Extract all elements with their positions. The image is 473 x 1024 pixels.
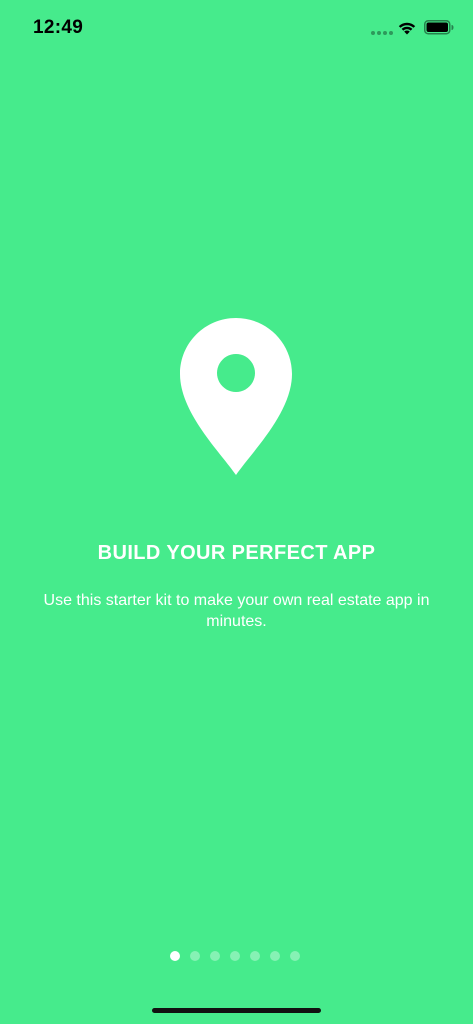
page-dot-1[interactable] — [170, 951, 180, 961]
page-indicator[interactable] — [170, 951, 300, 961]
wifi-icon — [398, 22, 416, 35]
page-dot-5[interactable] — [250, 951, 260, 961]
battery-icon — [424, 20, 454, 35]
page-dot-4[interactable] — [230, 951, 240, 961]
page-dot-6[interactable] — [270, 951, 280, 961]
onboarding-subtitle: Use this starter kit to make your own re… — [43, 592, 430, 630]
signal-dots-icon — [371, 31, 393, 35]
page-dot-3[interactable] — [210, 951, 220, 961]
page-dot-2[interactable] — [190, 951, 200, 961]
status-bar: 12:49 — [0, 0, 473, 56]
map-pin-icon — [180, 318, 292, 475]
onboarding-title: BUILD YOUR PERFECT APP — [97, 542, 376, 564]
page-dot-7[interactable] — [290, 951, 300, 961]
home-indicator[interactable] — [152, 1008, 321, 1013]
status-time: 12:49 — [33, 17, 84, 38]
